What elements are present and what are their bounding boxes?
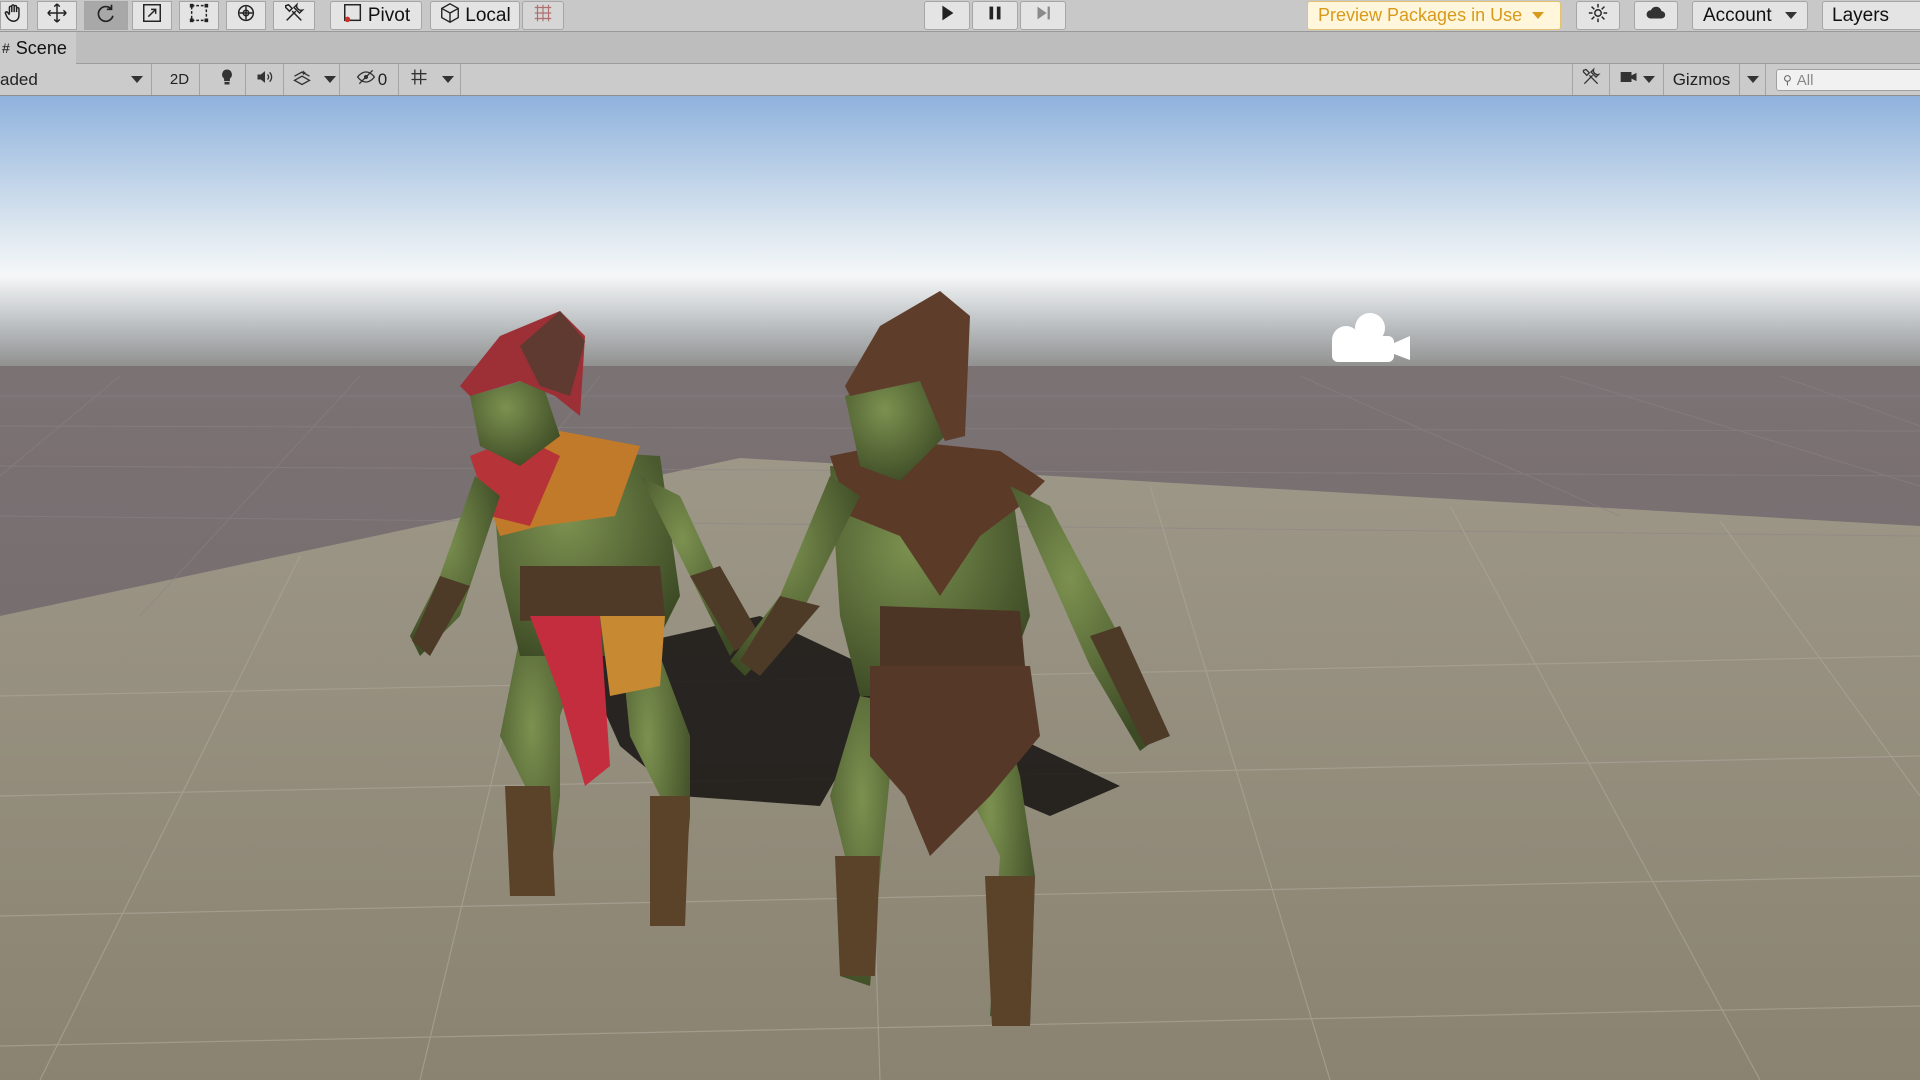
pivot-button[interactable]: Pivot bbox=[330, 1, 422, 30]
chevron-down-icon bbox=[1746, 76, 1759, 83]
cube-icon bbox=[439, 2, 461, 30]
scene-tab-bar: # Scene bbox=[0, 32, 1920, 64]
rotate-tool-button[interactable] bbox=[84, 1, 128, 30]
collab-icon bbox=[1587, 2, 1609, 30]
pivot-icon bbox=[342, 2, 364, 30]
scene-tab-label: Scene bbox=[15, 37, 67, 58]
effects-icon bbox=[292, 67, 312, 92]
step-button[interactable] bbox=[1020, 1, 1066, 30]
hand-icon bbox=[3, 2, 25, 30]
grid-snap-icon bbox=[532, 2, 554, 30]
pause-icon bbox=[984, 2, 1006, 30]
speaker-icon bbox=[255, 67, 275, 92]
pause-button[interactable] bbox=[972, 1, 1018, 30]
tab-scene[interactable]: # Scene bbox=[0, 32, 76, 64]
effects-dropdown[interactable] bbox=[320, 64, 340, 95]
grid-snap-button[interactable] bbox=[522, 1, 564, 30]
audio-toggle[interactable] bbox=[246, 64, 284, 95]
chevron-down-icon bbox=[441, 76, 454, 83]
search-placeholder: All bbox=[1796, 71, 1814, 89]
rect-tool-button[interactable] bbox=[179, 1, 219, 30]
rect-transform-icon bbox=[188, 2, 210, 30]
scene-render bbox=[0, 96, 1920, 1080]
scene-toolbar: aded 2D 0 Gizmos ⚲ All bbox=[0, 64, 1920, 96]
preview-packages-button[interactable]: Preview Packages in Use bbox=[1307, 1, 1561, 30]
step-icon bbox=[1032, 2, 1054, 30]
layers-label: Layers bbox=[1832, 4, 1890, 26]
hidden-count: 0 bbox=[377, 69, 388, 89]
hand-tool-button[interactable] bbox=[0, 1, 28, 30]
chevron-down-icon bbox=[1642, 76, 1655, 83]
play-icon bbox=[936, 2, 958, 30]
hidden-objects-toggle[interactable]: 0 bbox=[345, 64, 399, 95]
lighting-toggle[interactable] bbox=[208, 64, 246, 95]
transform-icon bbox=[235, 2, 257, 30]
camera-icon bbox=[1619, 67, 1639, 92]
gizmos-dropdown[interactable] bbox=[1740, 64, 1766, 95]
play-button[interactable] bbox=[924, 1, 970, 30]
draw-mode-dropdown[interactable]: aded bbox=[0, 64, 152, 95]
effects-toggle[interactable] bbox=[284, 64, 320, 95]
custom-tool-button[interactable] bbox=[273, 1, 315, 30]
chevron-down-icon bbox=[131, 76, 143, 83]
gizmos-label: Gizmos bbox=[1672, 69, 1731, 89]
cloud-button[interactable] bbox=[1634, 1, 1678, 30]
layers-dropdown[interactable]: Layers bbox=[1822, 1, 1920, 30]
2d-label: 2D bbox=[169, 71, 190, 88]
chevron-down-icon bbox=[1532, 12, 1545, 19]
account-label: Account bbox=[1703, 4, 1772, 26]
grid-icon bbox=[409, 67, 429, 92]
cloud-icon bbox=[1645, 2, 1667, 30]
gizmos-button[interactable]: Gizmos bbox=[1664, 64, 1740, 95]
camera-settings-dropdown[interactable] bbox=[1610, 64, 1664, 95]
hierarchy-search-input[interactable]: ⚲ All bbox=[1776, 69, 1920, 91]
tools-icon bbox=[283, 1, 305, 30]
lightbulb-icon bbox=[217, 67, 237, 92]
chevron-down-icon bbox=[323, 76, 336, 83]
eye-slash-icon bbox=[356, 67, 376, 92]
chevron-down-icon bbox=[1785, 12, 1797, 19]
search-icon: ⚲ bbox=[1783, 73, 1792, 87]
preview-packages-label: Preview Packages in Use bbox=[1318, 5, 1523, 25]
scale-tool-button[interactable] bbox=[132, 1, 172, 30]
scene-viewport[interactable] bbox=[0, 96, 1920, 1080]
pivot-label: Pivot bbox=[367, 4, 411, 26]
tools-icon bbox=[1581, 67, 1601, 92]
transform-tool-button[interactable] bbox=[226, 1, 266, 30]
draw-mode-label: aded bbox=[0, 69, 38, 89]
grid-toggle[interactable] bbox=[403, 64, 435, 95]
main-toolbar: Pivot Local Preview Packages in Use Acco… bbox=[0, 0, 1920, 32]
rotate-icon bbox=[95, 2, 117, 30]
2d-toggle-button[interactable]: 2D bbox=[160, 64, 200, 95]
hash-icon: # bbox=[2, 40, 10, 56]
move-icon bbox=[46, 2, 68, 30]
local-label: Local bbox=[465, 4, 511, 26]
move-tool-button[interactable] bbox=[37, 1, 77, 30]
collab-button[interactable] bbox=[1576, 1, 1620, 30]
local-button[interactable]: Local bbox=[430, 1, 520, 30]
tools-toggle[interactable] bbox=[1572, 64, 1610, 95]
grid-dropdown[interactable] bbox=[435, 64, 461, 95]
scale-icon bbox=[141, 2, 163, 30]
account-dropdown[interactable]: Account bbox=[1692, 1, 1808, 30]
